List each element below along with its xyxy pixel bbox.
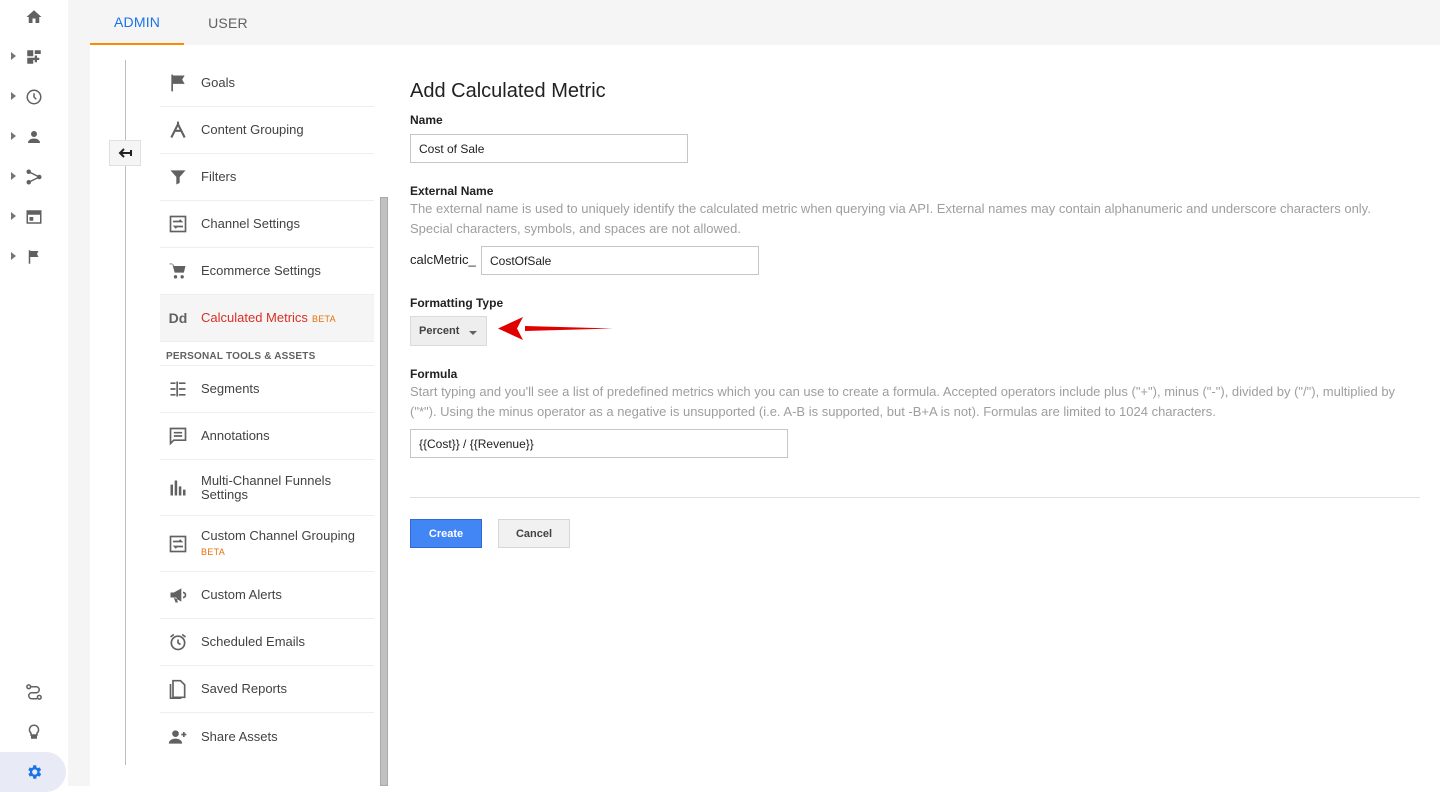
red-annotation-arrow-icon	[498, 317, 613, 340]
nav-item-label: Calculated Metrics	[201, 309, 308, 325]
cancel-button[interactable]: Cancel	[498, 519, 570, 548]
home-icon	[26, 10, 42, 23]
home-nav[interactable]	[0, 0, 68, 37]
name-input[interactable]: Cost of Sale	[410, 134, 688, 163]
funnels-icon	[168, 478, 188, 498]
expand-caret-icon	[11, 132, 16, 140]
nav-item-content-grouping[interactable]: Content Grouping	[160, 107, 374, 154]
nav-item-channel-settings[interactable]: Channel Settings	[160, 201, 374, 248]
expand-caret-icon	[11, 172, 16, 180]
cart-icon	[168, 261, 188, 281]
add-person-icon	[168, 727, 188, 747]
top-tabs: ADMIN USER	[90, 0, 272, 45]
formatting-type-value: Percent	[419, 325, 460, 337]
nav-item-custom-alerts[interactable]: Custom Alerts	[160, 572, 374, 619]
realtime-nav[interactable]	[0, 77, 68, 117]
tab-user[interactable]: USER	[184, 0, 272, 45]
content-grouping-icon	[168, 120, 188, 140]
section-heading-personal-tools: PERSONAL TOOLS & ASSETS	[160, 342, 374, 366]
nav-item-multi-channel-funnels[interactable]: Multi-Channel Funnels Settings	[160, 460, 374, 516]
page-title: Add Calculated Metric	[410, 80, 606, 102]
collapse-back-button[interactable]	[109, 140, 141, 166]
external-name-label: External Name	[410, 184, 494, 198]
formula-label: Formula	[410, 367, 458, 381]
nav-item-label: Content Grouping	[201, 122, 304, 137]
nav-item-label: Segments	[201, 381, 260, 396]
audience-icon	[28, 131, 40, 143]
external-name-prefix: calcMetric_	[410, 252, 476, 267]
conversions-icon	[28, 250, 39, 264]
nav-item-label-group: Custom Channel Grouping BETA	[201, 527, 355, 559]
form-divider	[410, 497, 1420, 498]
chevron-down-icon	[469, 331, 477, 335]
annotations-icon	[168, 426, 188, 446]
gear-icon	[28, 765, 42, 779]
customization-nav[interactable]	[0, 37, 68, 77]
formula-input[interactable]: {{Cost}} / {{Revenue}}	[410, 429, 788, 458]
channel-settings-icon	[168, 214, 188, 234]
lightbulb-nav[interactable]	[0, 712, 68, 752]
nav-item-label: Filters	[201, 169, 237, 184]
admin-nav[interactable]	[0, 752, 68, 792]
conversions-nav[interactable]	[0, 237, 68, 277]
nav-item-label: Annotations	[201, 428, 270, 443]
document-icon	[168, 679, 188, 699]
external-name-input[interactable]: CostOfSale	[481, 246, 759, 275]
audience-nav[interactable]	[0, 117, 68, 157]
custom-channel-icon	[168, 534, 188, 554]
nav-item-saved-reports[interactable]: Saved Reports	[160, 666, 374, 713]
expand-caret-icon	[11, 212, 16, 220]
megaphone-icon	[168, 585, 188, 605]
formatting-type-label: Formatting Type	[410, 296, 504, 310]
formatting-type-select[interactable]: Percent	[410, 316, 487, 346]
nav-scrollbar[interactable]	[380, 197, 388, 786]
nav-item-label-group: Calculated Metrics BETA	[201, 309, 336, 326]
name-label: Name	[410, 113, 443, 127]
expand-caret-icon	[11, 92, 16, 100]
realtime-icon	[26, 89, 42, 105]
nav-item-goals[interactable]: Goals	[160, 60, 374, 107]
behavior-icon	[26, 210, 42, 224]
discover-icon	[26, 684, 42, 700]
nav-item-label: Scheduled Emails	[201, 634, 306, 649]
lightbulb-icon	[28, 724, 40, 739]
expand-caret-icon	[11, 52, 16, 60]
nav-item-share-assets[interactable]: Share Assets	[160, 713, 374, 760]
behavior-nav[interactable]	[0, 197, 68, 237]
beta-badge: BETA	[311, 313, 336, 324]
nav-item-label: Saved Reports	[201, 681, 287, 696]
customization-icon	[27, 50, 41, 64]
expand-caret-icon	[11, 252, 16, 260]
discover-nav[interactable]	[0, 672, 68, 712]
tab-admin[interactable]: ADMIN	[90, 0, 185, 45]
acquisition-icon	[26, 169, 42, 185]
back-arrow-icon	[118, 148, 132, 158]
nav-item-label: Custom Alerts	[201, 587, 282, 602]
nav-item-ecommerce-settings[interactable]: Ecommerce Settings	[160, 248, 374, 295]
nav-item-segments[interactable]: Segments	[160, 366, 374, 413]
alarm-icon	[168, 632, 188, 652]
formula-help: Start typing and you'll see a list of pr…	[410, 384, 1396, 419]
nav-item-label: Multi-Channel Funnels Settings	[201, 472, 332, 502]
nav-item-custom-channel-grouping[interactable]: Custom Channel Grouping BETA	[160, 516, 374, 572]
nav-item-calculated-metrics[interactable]: Dd Calculated Metrics BETA	[160, 295, 374, 342]
segments-icon	[168, 379, 188, 399]
filter-icon	[168, 167, 188, 187]
nav-item-label: Goals	[201, 75, 235, 90]
left-rail	[0, 0, 68, 792]
nav-item-scheduled-emails[interactable]: Scheduled Emails	[160, 619, 374, 666]
nav-item-label: Custom Channel Grouping	[201, 527, 355, 543]
beta-badge: BETA	[201, 546, 226, 557]
create-button[interactable]: Create	[410, 519, 482, 548]
nav-item-annotations[interactable]: Annotations	[160, 413, 374, 460]
admin-nav-list: Goals Content Grouping Filters Channel S…	[160, 60, 374, 760]
acquisition-nav[interactable]	[0, 157, 68, 197]
flag-icon	[168, 73, 188, 93]
nav-item-label: Ecommerce Settings	[201, 263, 321, 278]
external-name-help: The external name is used to uniquely id…	[410, 201, 1371, 236]
nav-item-filters[interactable]: Filters	[160, 154, 374, 201]
nav-item-label: Channel Settings	[201, 216, 301, 231]
nav-item-label: Share Assets	[201, 728, 278, 744]
dd-icon: Dd	[168, 310, 188, 326]
